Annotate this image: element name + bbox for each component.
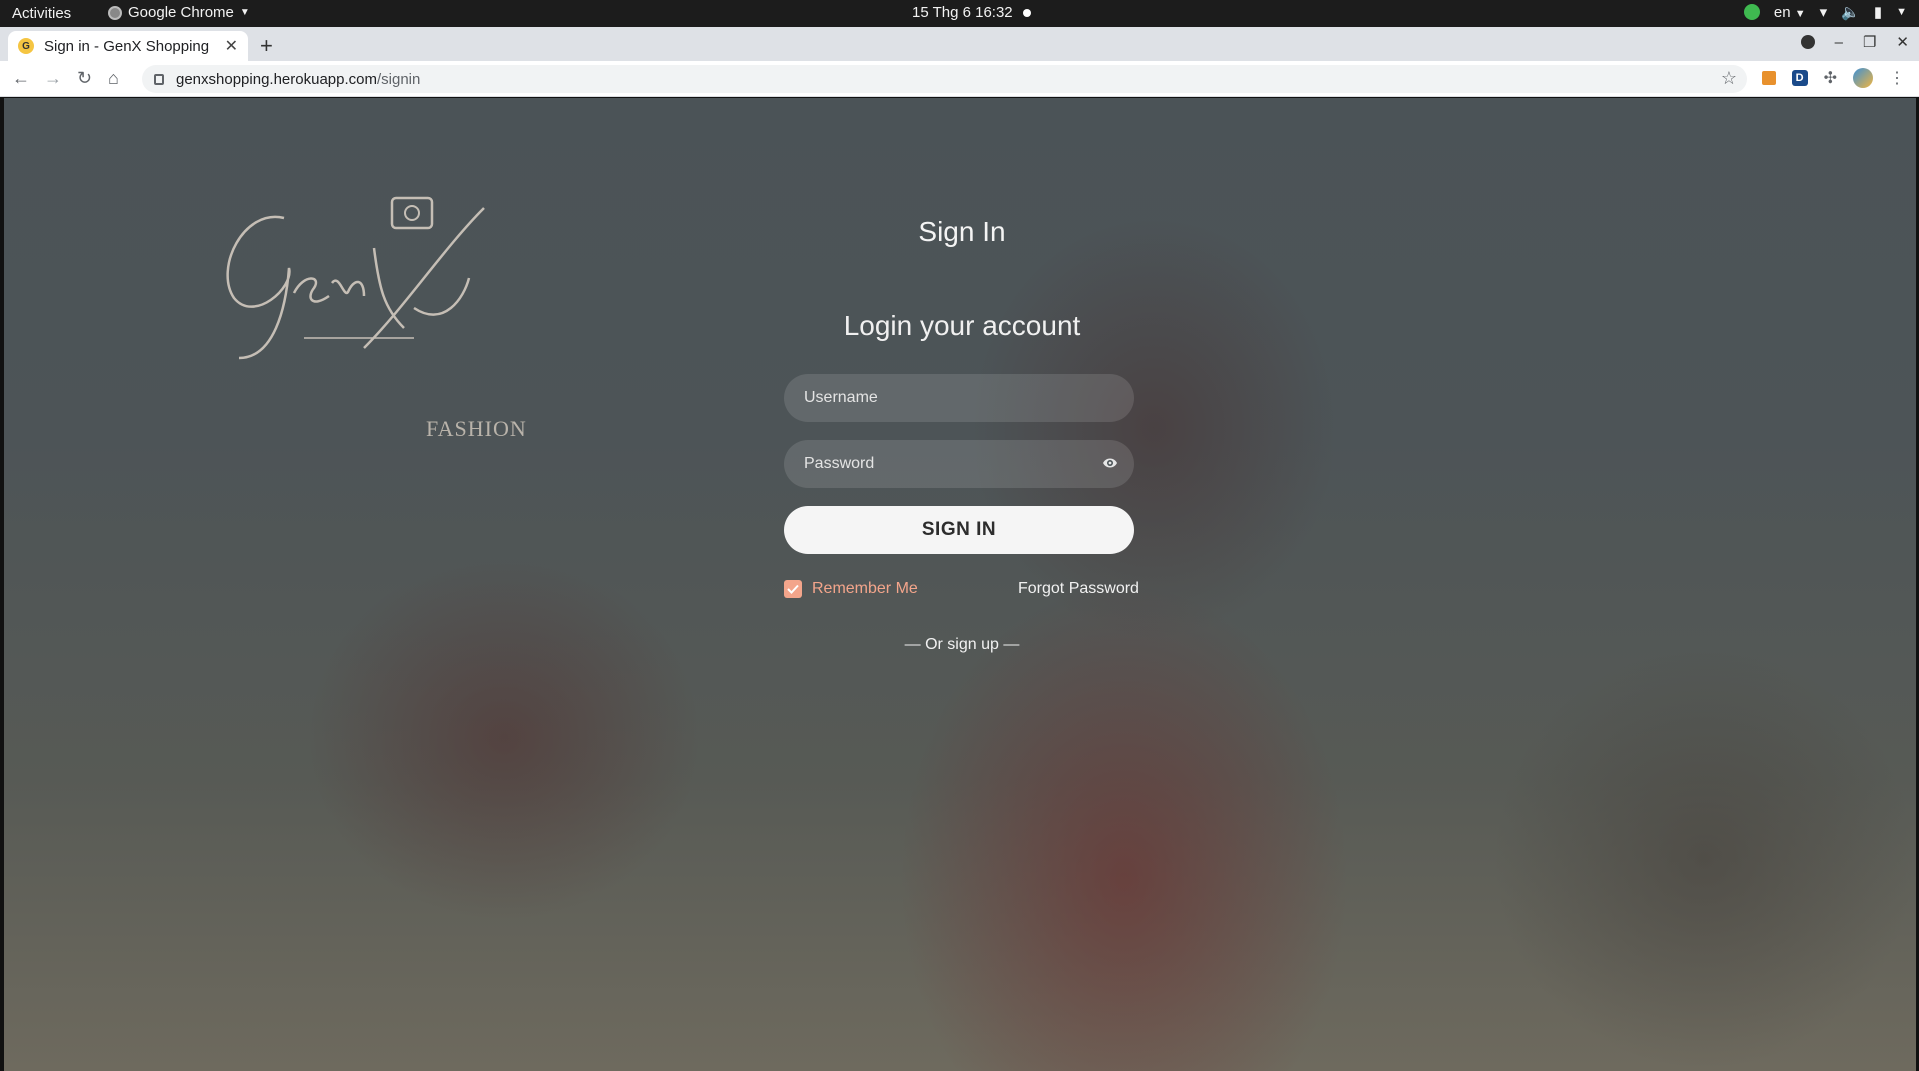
menu-dots-icon[interactable]: ⋮ [1889, 68, 1905, 88]
tab-strip: G Sign in - GenX Shopping ✕ + – ❐ ✕ [0, 27, 1919, 61]
favicon-icon: G [18, 38, 34, 54]
activities-button[interactable]: Activities [12, 5, 71, 22]
chrome-icon [108, 5, 122, 20]
checkbox-checked-icon[interactable] [784, 580, 802, 598]
bookmark-star-icon[interactable]: ☆ [1721, 68, 1737, 89]
new-tab-button[interactable]: + [260, 33, 273, 59]
puzzle-icon[interactable]: ✣ [1824, 68, 1837, 88]
genx-script-logo-icon [226, 196, 485, 360]
page-title: Sign In [918, 216, 1006, 247]
home-icon[interactable]: ⌂ [108, 68, 119, 89]
remember-me-label: Remember Me [812, 580, 918, 597]
app-menu[interactable]: Google Chrome ▼ [108, 4, 250, 21]
profile-avatar[interactable] [1853, 68, 1873, 88]
url-path: /signin [376, 70, 421, 88]
page-viewport: FASHION Sign In Login your account SIGN … [4, 98, 1916, 1071]
app-menu-label: Google Chrome [128, 4, 234, 21]
extensions-area: D ✣ ⋮ [1761, 68, 1905, 88]
minimize-button[interactable]: – [1835, 34, 1843, 51]
close-window-button[interactable]: ✕ [1896, 33, 1909, 51]
url-domain: genxshopping.herokuapp.com [176, 70, 377, 88]
form-subtitle: Login your account [843, 310, 1081, 341]
show-password-eye-icon[interactable] [1102, 457, 1118, 469]
volume-icon: 🔈 [1841, 4, 1860, 21]
address-bar[interactable]: genxshopping.herokuapp.com/signin ☆ [142, 65, 1747, 93]
window-controls: – ❐ ✕ [1800, 33, 1909, 51]
wifi-icon: ▾ [1819, 4, 1828, 21]
tab-title: Sign in - GenX Shopping [44, 37, 210, 55]
lock-icon[interactable] [154, 73, 164, 85]
or-sign-up-link[interactable]: — Or sign up — [784, 636, 1140, 654]
signin-button[interactable]: SIGN IN [784, 506, 1134, 554]
close-icon[interactable]: ✕ [225, 36, 238, 56]
navigation-bar: ← → ↻ ⌂ genxshopping.herokuapp.com/signi… [0, 61, 1919, 97]
language-indicator[interactable]: en ▼ [1774, 4, 1806, 21]
remember-me-checkbox[interactable]: Remember Me [784, 580, 918, 598]
logo-fashion-text: FASHION [426, 416, 527, 441]
password-input[interactable] [784, 440, 1134, 488]
status-check-icon [1743, 4, 1760, 20]
checkmark-icon [787, 584, 799, 594]
caret-down-icon: ▼ [1896, 6, 1907, 18]
os-top-bar: Activities Google Chrome ▼ 15 Thg 6 16:3… [0, 0, 1919, 27]
maximize-button[interactable]: ❐ [1863, 33, 1876, 51]
tab-signin[interactable]: G Sign in - GenX Shopping ✕ [8, 31, 248, 61]
clock-label: 15 Thg 6 16:32 [912, 4, 1013, 21]
language-label: en [1773, 3, 1791, 21]
tab-search-icon[interactable] [1800, 35, 1815, 49]
forgot-password-link[interactable]: Forgot Password [1018, 580, 1139, 598]
extension-icon[interactable] [1761, 71, 1776, 85]
back-arrow-icon[interactable]: ← [12, 68, 30, 89]
reload-icon[interactable]: ↻ [77, 68, 92, 89]
forward-arrow-icon[interactable]: → [44, 68, 62, 89]
caret-down-icon: ▼ [239, 7, 250, 18]
username-input[interactable] [784, 374, 1134, 422]
clock[interactable]: 15 Thg 6 16:32 [912, 4, 1031, 21]
battery-icon: ▮ [1873, 4, 1883, 21]
genx-logo: FASHION [214, 188, 534, 441]
notification-dot-icon [1022, 8, 1031, 17]
system-tray[interactable]: en ▼ ▾ 🔈 ▮ ▼ [1743, 3, 1907, 21]
caret-down-icon: ▼ [1794, 7, 1806, 20]
extension-d-icon[interactable]: D [1791, 70, 1808, 86]
